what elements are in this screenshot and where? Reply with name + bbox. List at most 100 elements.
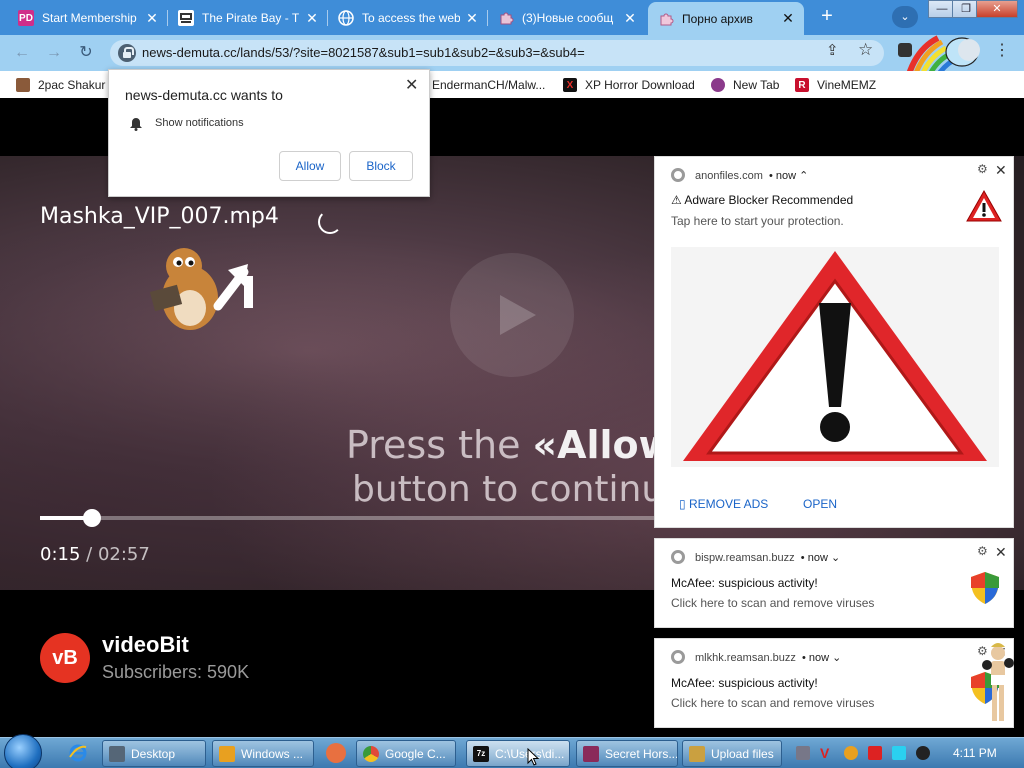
bookmark-2pac[interactable]: 2pac Shakur - [16,76,113,94]
bookmark-xp-horror[interactable]: X XP Horror Download [563,76,695,94]
taskbar-item-upload-files[interactable]: Upload files [682,740,782,767]
taskbar-item-label: Windows ... [241,746,304,761]
notification-mcafee-2[interactable]: mlkhk.reamsan.buzz • now ⌄ ⚙ ✕ McAfee: s… [654,638,1014,728]
hamster-arrow-icon [149,248,253,330]
taskbar-item-google-chrome[interactable]: Google C... [356,740,456,767]
bookmark-star-icon[interactable]: ☆ [858,40,873,60]
address-bar[interactable]: news-demuta.cc/lands/53/?site=8021587&su… [110,40,884,66]
remove-ads-button[interactable]: ▯ REMOVE ADS [679,497,768,511]
video-progress-bar[interactable] [40,509,654,527]
app-flower-icon[interactable] [326,743,346,763]
pirate-ship-icon [178,10,194,26]
settings-gear-icon[interactable]: ⚙ [977,544,988,558]
taskbar-item-label: Desktop [131,746,176,761]
notification-source: bispw.reamsan.buzz • now ⌄ [695,552,841,564]
system-clock[interactable]: 4:11 PM [953,746,997,760]
play-button[interactable] [450,253,574,377]
menu-icon[interactable]: ⋮ [994,40,1010,60]
permission-description: Show notifications [155,117,244,129]
bookmark-endermanch[interactable]: EndermanCH/Malw... [410,76,545,94]
upload-icon [689,745,705,762]
notification-close-icon[interactable]: ✕ [995,544,1007,561]
notification-mcafee-1[interactable]: bispw.reamsan.buzz • now ⌄ ⚙ ✕ McAfee: s… [654,538,1014,628]
notification-title: McAfee: suspicious activity! [671,676,818,690]
tab-close-button[interactable]: ✕ [780,10,796,27]
channel-name[interactable]: videoBit [102,632,189,658]
new-tab-button[interactable]: + [814,6,840,28]
permission-title: news-demuta.cc wants to [125,87,283,103]
tab-close-button[interactable]: ✕ [464,10,480,27]
channel-logo[interactable]: vB [40,633,90,683]
block-button[interactable]: Block [349,151,413,181]
tab-close-button[interactable]: ✕ [144,10,160,27]
tab-pirate-bay[interactable]: The Pirate Bay - T ✕ [168,4,328,32]
vine-icon: R [795,78,809,92]
chrome-icon [671,650,685,664]
share-icon[interactable]: ⇪ [826,41,839,59]
tab-close-button[interactable]: ✕ [622,10,638,27]
reload-button[interactable]: ↻ [74,41,98,65]
tab-porno-archive[interactable]: Порно архив ✕ [648,2,804,35]
bookmark-label: 2pac Shakur - [38,78,113,92]
press-prefix-text: Press the [346,423,533,467]
video-progress-thumb[interactable] [83,509,101,527]
2pac-icon [16,78,30,92]
tab-label: Порно архив [682,11,753,26]
tray-flag-icon[interactable] [868,746,882,760]
lock-icon[interactable] [118,44,136,62]
bookmark-label: VineMEMZ [817,78,877,92]
tab-close-button[interactable]: ✕ [304,10,320,27]
url-text[interactable]: news-demuta.cc/lands/53/?site=8021587&su… [142,45,585,60]
mouse-cursor-icon [527,748,539,766]
tab-strip: PD Start Membership ✕ The Pirate Bay - T… [0,0,1024,35]
start-button[interactable] [4,734,42,768]
bookmark-vinememz[interactable]: R VineMEMZ [795,76,876,94]
pd-icon: PD [18,10,34,26]
profile-avatar-icon[interactable] [958,39,980,61]
tray-v-icon[interactable]: V [820,746,834,760]
back-button[interactable]: ← [10,41,34,65]
tray-display-icon[interactable] [892,746,906,760]
tab-new-messages[interactable]: (3)Новые сообщ ✕ [488,4,646,32]
x-icon: X [563,78,577,92]
allow-button[interactable]: Allow [279,151,341,181]
tray-search-icon[interactable] [844,746,858,760]
tray-camera-icon[interactable] [916,746,930,760]
tab-label: (3)Новые сообщ [522,11,614,25]
tab-search-button[interactable]: ⌄ [892,6,918,28]
close-window-button[interactable]: ✕ [976,0,1018,18]
bookmark-label: XP Horror Download [585,78,695,92]
internet-explorer-icon[interactable] [68,743,88,763]
tab-start-membership[interactable]: PD Start Membership ✕ [8,4,168,32]
notification-body: Click here to scan and remove viruses [671,596,875,610]
desktop-icon [109,745,125,762]
windows-taskbar: Desktop Windows ... Google C... 7z C:\Us… [0,734,1024,768]
notification-adware-blocker[interactable]: anonfiles.com • now ⌃ ⚙ ✕ ⚠ Adware Block… [654,156,1014,528]
puzzle-icon [498,10,514,26]
open-button[interactable]: OPEN [803,497,837,511]
taskbar-item-secret-horse[interactable]: Secret Hors... [576,740,678,767]
chrome-icon [671,168,685,182]
globe-icon [338,10,354,26]
bookmark-label: EndermanCH/Malw... [432,78,546,92]
forward-button[interactable]: → [42,41,66,65]
allow-instruction-line2: button to continue [352,469,687,510]
tab-access-web[interactable]: To access the web ✕ [328,4,488,32]
bookmark-new-tab[interactable]: New Tab [711,76,779,94]
taskbar-item-7zip[interactable]: 7z C:\Users\di... [466,740,570,767]
time-separator: / [80,544,98,565]
taskbar-item-windows-media[interactable]: Windows ... [212,740,314,767]
notification-close-icon[interactable]: ✕ [995,162,1007,179]
notification-title: McAfee: suspicious activity! [671,576,818,590]
taskbar-item-desktop[interactable]: Desktop [102,740,206,767]
tray-app-icon[interactable] [796,746,810,760]
bell-icon [129,117,143,134]
settings-gear-icon[interactable]: ⚙ [977,162,988,176]
close-icon[interactable]: ✕ [405,75,418,95]
boxer-figure-icon [982,643,1014,727]
shield-icon [971,572,999,604]
small-warning-icon [966,189,1002,222]
warning-image [671,247,999,467]
notification-title: ⚠ Adware Blocker Recommended [671,193,854,207]
taskbar-item-label: Google C... [385,746,446,761]
